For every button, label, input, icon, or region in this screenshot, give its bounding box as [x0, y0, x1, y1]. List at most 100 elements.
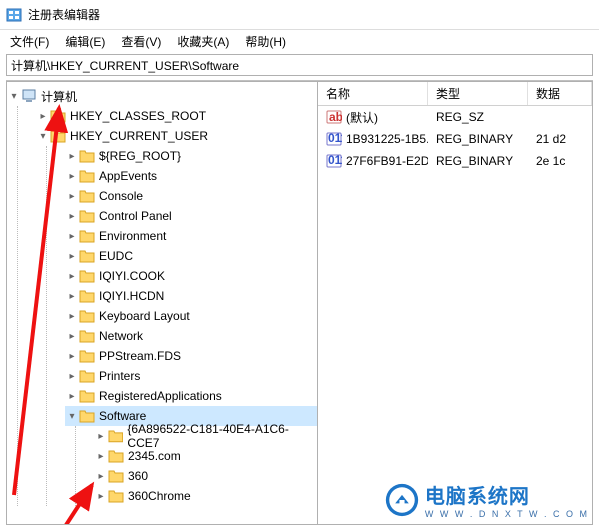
- folder-icon: [108, 429, 124, 443]
- folder-icon: [79, 409, 95, 423]
- value-data: 2e 1c: [528, 152, 592, 170]
- tree-node-hkcu-child-10[interactable]: ▸PPStream.FDS: [65, 346, 317, 366]
- tree-node-software-child-1[interactable]: ▸ 2345.com: [94, 446, 317, 466]
- tree-label: 2345.com: [128, 449, 181, 463]
- tree-node-software-child-2[interactable]: ▸ 360: [94, 466, 317, 486]
- tree-node-hkcu-child-2[interactable]: ▸Console: [65, 186, 317, 206]
- tree-node-hkcu-child-8[interactable]: ▸Keyboard Layout: [65, 306, 317, 326]
- menu-file[interactable]: 文件(F): [2, 31, 57, 52]
- values-body: ab(默认)REG_SZ 011 1B931225-1B5...REG_BINARY…: [318, 106, 592, 172]
- value-row-1[interactable]: 011 1B931225-1B5...REG_BINARY21 d2: [318, 128, 592, 150]
- tree-label: Environment: [99, 229, 166, 243]
- string-value-icon: ab: [326, 109, 342, 125]
- folder-icon: [79, 269, 95, 283]
- twisty-icon[interactable]: ▸: [65, 331, 79, 342]
- tree-node-hkcr[interactable]: ▸HKEY_CLASSES_ROOT: [36, 106, 317, 126]
- twisty-icon[interactable]: ▸: [94, 471, 108, 482]
- value-name: 1B931225-1B5...: [346, 132, 428, 146]
- tree-node-hkcu-child-5[interactable]: ▸ EUDC: [65, 246, 317, 266]
- twisty-icon[interactable]: ▾: [65, 411, 79, 422]
- tree-node-hkcu-child-3[interactable]: ▸Control Panel: [65, 206, 317, 226]
- twisty-icon[interactable]: ▸: [94, 491, 108, 502]
- watermark-sub: W W W . D N X T W . C O M: [425, 509, 589, 519]
- tree-label: RegisteredApplications: [99, 389, 222, 403]
- twisty-icon[interactable]: ▸: [65, 391, 79, 402]
- tree-label: EUDC: [99, 249, 133, 263]
- folder-icon: [79, 289, 95, 303]
- twisty-icon[interactable]: ▸: [65, 311, 79, 322]
- tree-label: Network: [99, 329, 143, 343]
- twisty-icon[interactable]: ▸: [65, 191, 79, 202]
- tree-node-hkcu-child-12[interactable]: ▸ RegisteredApplications: [65, 386, 317, 406]
- twisty-icon[interactable]: ▸: [65, 351, 79, 362]
- watermark-main: 电脑系统网: [425, 480, 530, 509]
- folder-icon: [79, 249, 95, 263]
- twisty-icon[interactable]: ▸: [65, 231, 79, 242]
- tree-node-hkcu-child-11[interactable]: ▸ Printers: [65, 366, 317, 386]
- folder-icon: [108, 489, 124, 503]
- header-type[interactable]: 类型: [428, 82, 528, 105]
- twisty-icon[interactable]: ▸: [65, 251, 79, 262]
- tree-label: AppEvents: [99, 169, 157, 183]
- tree-pane[interactable]: ▾ 计算机▸HKEY_CLASSES_ROOT ▾ HKEY_CURRENT_USER…: [6, 81, 318, 525]
- folder-icon: [108, 449, 124, 463]
- address-path: 计算机\HKEY_CURRENT_USER\Software: [11, 57, 239, 74]
- folder-icon: [79, 349, 95, 363]
- svg-text:011: 011: [328, 153, 342, 167]
- svg-text:011: 011: [328, 131, 342, 145]
- tree-node-software-child-3[interactable]: ▸ 360Chrome: [94, 486, 317, 506]
- twisty-icon[interactable]: ▸: [36, 111, 50, 122]
- tree-node-hkcu-child-0[interactable]: ▸${REG_ROOT}: [65, 146, 317, 166]
- value-row-0[interactable]: ab(默认)REG_SZ: [318, 106, 592, 128]
- menu-edit[interactable]: 编辑(E): [57, 31, 113, 52]
- tree-node-hkcu-child-6[interactable]: ▸ IQIYI.COOK: [65, 266, 317, 286]
- twisty-icon[interactable]: ▸: [94, 451, 108, 462]
- twisty-icon[interactable]: ▾: [7, 91, 21, 102]
- value-data: [528, 115, 592, 119]
- folder-icon: [79, 369, 95, 383]
- tree-label: IQIYI.HCDN: [99, 289, 164, 303]
- folder-icon: [79, 189, 95, 203]
- content-area: ▾ 计算机▸HKEY_CLASSES_ROOT ▾ HKEY_CURRENT_USER…: [6, 80, 593, 525]
- folder-icon: [79, 149, 95, 163]
- twisty-icon[interactable]: ▾: [36, 131, 50, 142]
- tree-node-hkcu[interactable]: ▾ HKEY_CURRENT_USER: [36, 126, 317, 146]
- window-title: 注册表编辑器: [28, 6, 100, 23]
- tree-label: 360: [128, 469, 148, 483]
- tree-node-computer[interactable]: ▾ 计算机: [7, 86, 317, 106]
- tree-label: 360Chrome: [128, 489, 191, 503]
- header-name[interactable]: 名称: [318, 82, 428, 105]
- tree-node-software-child-0[interactable]: ▸{6A896522-C181-40E4-A1C6-CCE7: [94, 426, 317, 446]
- address-bar[interactable]: 计算机\HKEY_CURRENT_USER\Software: [6, 54, 593, 76]
- twisty-icon[interactable]: ▸: [65, 371, 79, 382]
- twisty-icon[interactable]: ▸: [94, 431, 108, 442]
- value-type: REG_BINARY: [428, 130, 528, 148]
- folder-icon: [79, 169, 95, 183]
- values-pane: 名称 类型 数据 ab(默认)REG_SZ 011 1B931225-1B5...R…: [318, 81, 593, 525]
- menu-view[interactable]: 查看(V): [113, 31, 169, 52]
- tree-node-hkcu-child-7[interactable]: ▸ IQIYI.HCDN: [65, 286, 317, 306]
- computer-icon: [21, 88, 37, 104]
- watermark-logo-icon: [385, 483, 419, 517]
- tree-label: IQIYI.COOK: [99, 269, 165, 283]
- twisty-icon[interactable]: ▸: [65, 271, 79, 282]
- menu-help[interactable]: 帮助(H): [237, 31, 294, 52]
- tree-label: HKEY_CURRENT_USER: [70, 129, 208, 143]
- tree-label: 计算机: [41, 88, 77, 105]
- value-data: 21 d2: [528, 130, 592, 148]
- twisty-icon[interactable]: ▸: [65, 171, 79, 182]
- folder-icon: [79, 329, 95, 343]
- tree-node-hkcu-child-1[interactable]: ▸ AppEvents: [65, 166, 317, 186]
- twisty-icon[interactable]: ▸: [65, 291, 79, 302]
- folder-icon: [79, 229, 95, 243]
- value-row-2[interactable]: 01127F6FB91-E2D...REG_BINARY2e 1c: [318, 150, 592, 172]
- twisty-icon[interactable]: ▸: [65, 211, 79, 222]
- binary-value-icon: 011: [326, 131, 342, 147]
- tree-node-hkcu-child-9[interactable]: ▸ Network: [65, 326, 317, 346]
- twisty-icon[interactable]: ▸: [65, 151, 79, 162]
- tree-node-hkcu-child-4[interactable]: ▸ Environment: [65, 226, 317, 246]
- value-type: REG_BINARY: [428, 152, 528, 170]
- header-data[interactable]: 数据: [528, 82, 592, 105]
- tree-label: Printers: [99, 369, 140, 383]
- menu-favorites[interactable]: 收藏夹(A): [169, 31, 237, 52]
